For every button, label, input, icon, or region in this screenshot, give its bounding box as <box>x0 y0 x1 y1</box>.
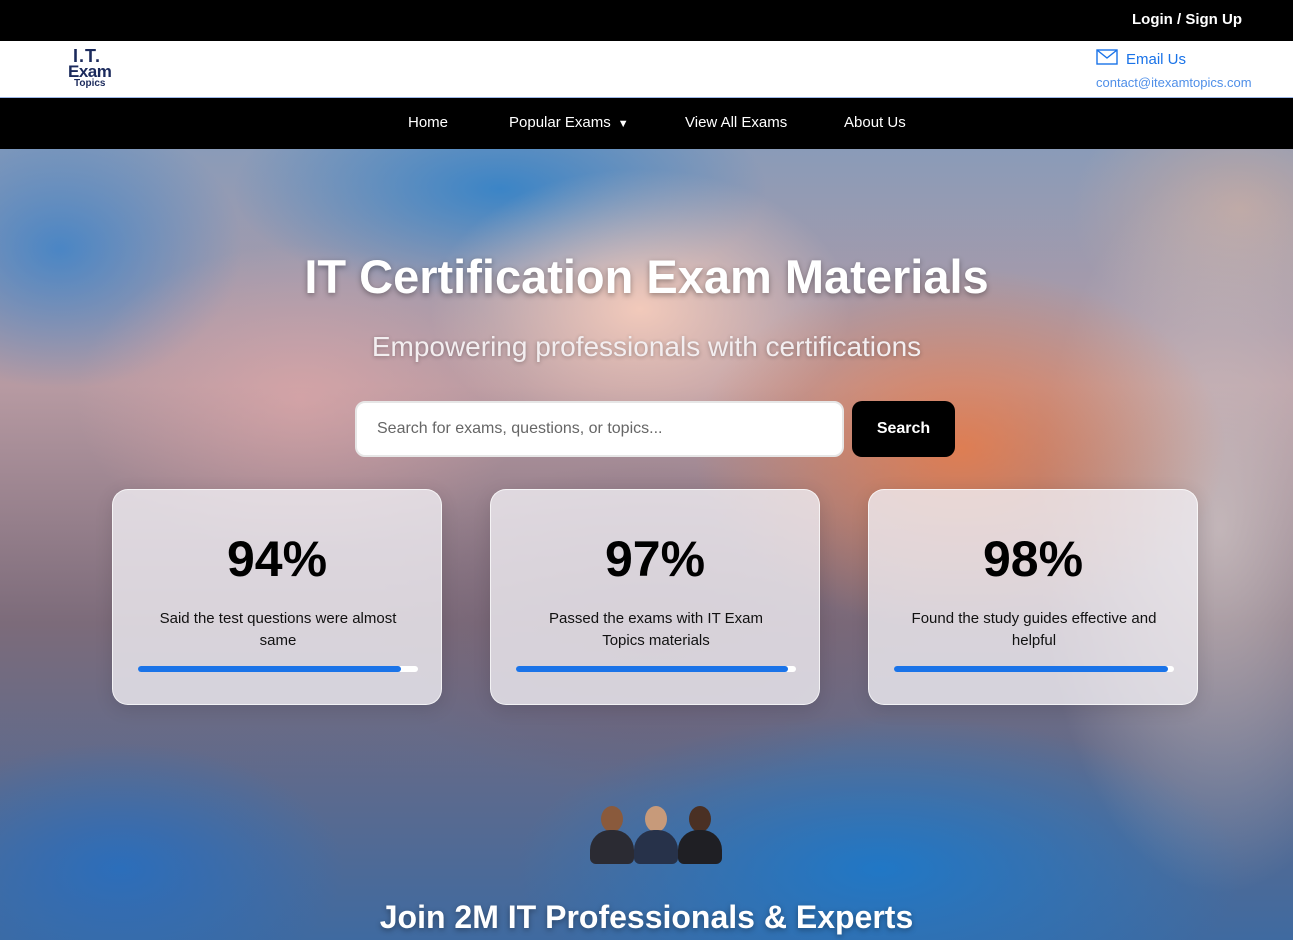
stat-label: Found the study guides effective and hel… <box>911 610 1157 649</box>
avatar <box>678 804 722 864</box>
email-contact: Email Us contact@itexamtopics.com <box>1096 49 1252 90</box>
nav-about-us[interactable]: About Us <box>844 114 906 131</box>
progress-bar <box>894 666 1174 672</box>
nav-popular-exams-label: Popular Exams <box>509 114 611 131</box>
top-bar: Login / Sign Up <box>0 0 1293 41</box>
search-button[interactable]: Search <box>852 401 955 457</box>
hero-subtitle: Empowering professionals with certificat… <box>371 331 922 362</box>
avatar <box>634 804 678 864</box>
email-address[interactable]: contact@itexamtopics.com <box>1096 75 1252 90</box>
stat-label: Passed the exams with IT Exam Topics mat… <box>549 610 763 649</box>
avatar-group <box>590 804 730 864</box>
envelope-icon <box>1096 49 1118 70</box>
stat-value: 97% <box>604 531 706 587</box>
nav-home[interactable]: Home <box>408 114 448 131</box>
progress-fill <box>516 666 788 672</box>
join-heading: Join 2M IT Professionals & Experts <box>379 899 914 935</box>
login-signup-link[interactable]: Login / Sign Up <box>1132 11 1242 28</box>
chevron-down-icon: ▼ <box>617 118 629 130</box>
nav-view-all-exams[interactable]: View All Exams <box>685 114 787 131</box>
email-us-link[interactable]: Email Us <box>1126 51 1186 68</box>
main-nav: Home Popular Exams ▼ View All Exams About… <box>0 97 1293 149</box>
nav-popular-exams[interactable]: Popular Exams ▼ <box>509 114 629 131</box>
stat-card: 98% Found the study guides effective and… <box>868 489 1198 705</box>
stat-value: 94% <box>226 531 328 587</box>
stat-card: 97% Passed the exams with IT Exam Topics… <box>490 489 820 705</box>
header: I.T. Exam Topics Email Us contact@itexam… <box>0 41 1293 97</box>
progress-fill <box>894 666 1169 672</box>
avatar <box>590 804 634 864</box>
logo-line-3: Topics <box>74 78 106 89</box>
stat-label: Said the test questions were almost same <box>159 610 397 649</box>
stat-value: 98% <box>982 531 1084 587</box>
hero-section: IT Certification Exam Materials Empoweri… <box>0 149 1293 940</box>
progress-bar <box>516 666 796 672</box>
hero-title: IT Certification Exam Materials <box>304 250 989 303</box>
stat-card: 94% Said the test questions were almost … <box>112 489 442 705</box>
site-logo[interactable]: I.T. Exam Topics <box>66 46 118 90</box>
progress-fill <box>138 666 402 672</box>
progress-bar <box>138 666 418 672</box>
search-input[interactable] <box>355 401 844 457</box>
